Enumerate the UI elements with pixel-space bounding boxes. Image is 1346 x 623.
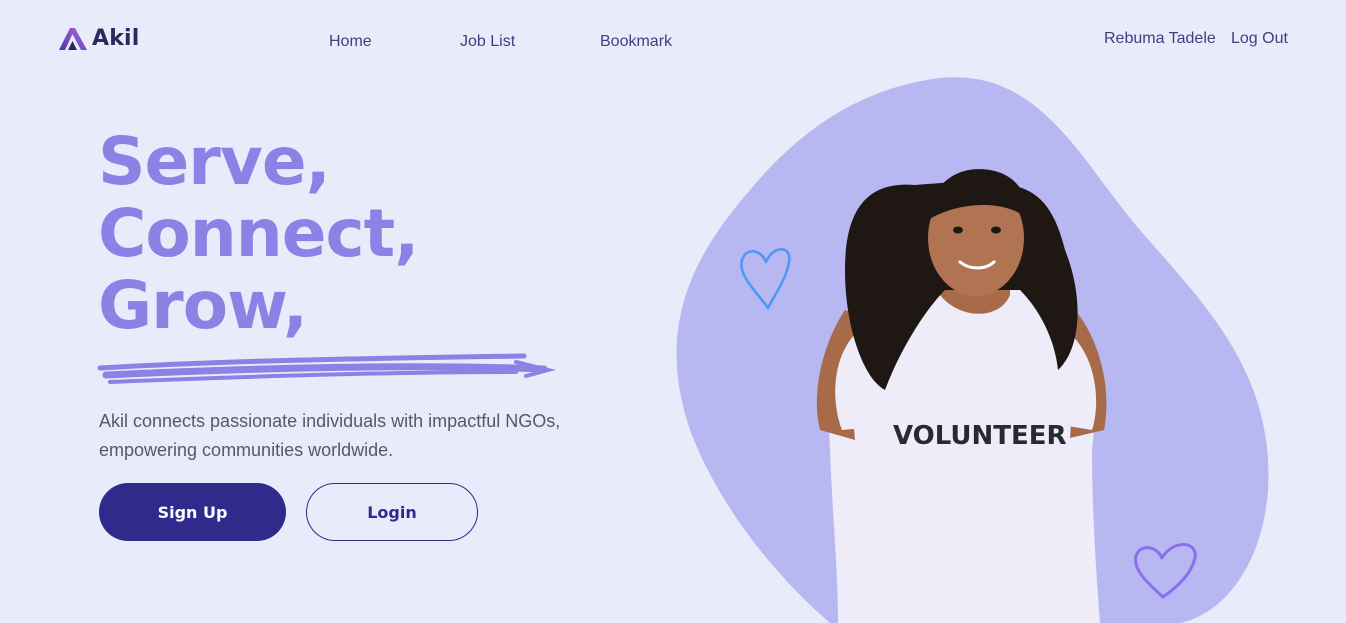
- volunteer-shirt-text: VOLUNTEER: [893, 421, 1067, 451]
- nav-home-link[interactable]: Home: [329, 33, 372, 51]
- hero-title-line-1: Serve,: [98, 123, 331, 200]
- logout-link[interactable]: Log Out: [1231, 30, 1288, 48]
- nav-job-list-link[interactable]: Job List: [460, 33, 515, 51]
- hero-title-line-3: Grow,: [98, 267, 308, 344]
- login-button[interactable]: Login: [306, 483, 478, 541]
- brand-logo[interactable]: Akil: [58, 26, 140, 51]
- user-profile-link[interactable]: Rebuma Tadele: [1104, 30, 1216, 48]
- brush-underline-decoration: [97, 353, 556, 384]
- hero-description: Akil connects passionate individuals wit…: [99, 411, 561, 460]
- akil-logo-icon: [59, 27, 87, 50]
- brand-name: Akil: [92, 26, 140, 51]
- hero-title-line-2: Connect,: [98, 195, 419, 272]
- hero-illustration: VOLUNTEER: [676, 77, 1269, 623]
- nav-bookmark-link[interactable]: Bookmark: [600, 33, 672, 51]
- hero-title: Serve, Connect, Grow,: [98, 123, 419, 344]
- sign-up-button[interactable]: Sign Up: [99, 483, 286, 541]
